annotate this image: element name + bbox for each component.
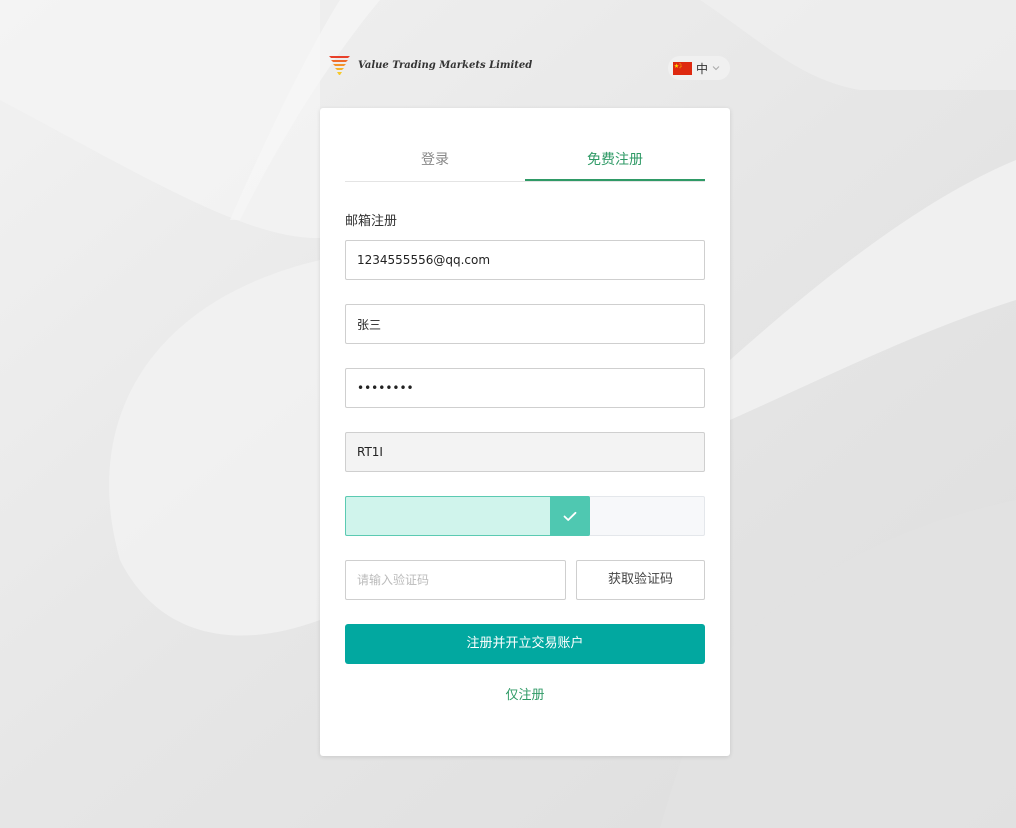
logo-mark-icon <box>329 56 350 75</box>
slide-verify[interactable] <box>345 496 705 536</box>
auth-tabs: 登录 免费注册 <box>345 141 705 182</box>
verification-code-input[interactable] <box>345 560 566 600</box>
email-field[interactable] <box>345 240 705 280</box>
logo-text: Value Trading Markets Limited <box>358 59 533 71</box>
language-label: 中 <box>696 61 709 76</box>
china-flag-icon <box>673 61 692 75</box>
tab-register[interactable]: 免费注册 <box>525 141 705 181</box>
brand-logo: Value Trading Markets Limited <box>328 52 532 78</box>
get-code-button[interactable]: 获取验证码 <box>576 560 705 600</box>
section-label: 邮箱注册 <box>345 214 398 229</box>
register-card: 登录 免费注册 邮箱注册 获取验证码 注册并开立交易账户 仅注册 <box>320 108 730 756</box>
check-icon <box>563 511 577 521</box>
register-open-account-button[interactable]: 注册并开立交易账户 <box>345 624 705 664</box>
only-register-link[interactable]: 仅注册 <box>320 684 730 703</box>
name-field[interactable] <box>345 304 705 344</box>
captcha-field[interactable] <box>345 432 705 472</box>
slider-handle[interactable] <box>550 496 590 536</box>
password-field[interactable] <box>345 368 705 408</box>
chevron-down-icon <box>712 66 720 71</box>
language-selector[interactable]: 中 <box>668 56 730 80</box>
tab-login[interactable]: 登录 <box>345 141 525 181</box>
